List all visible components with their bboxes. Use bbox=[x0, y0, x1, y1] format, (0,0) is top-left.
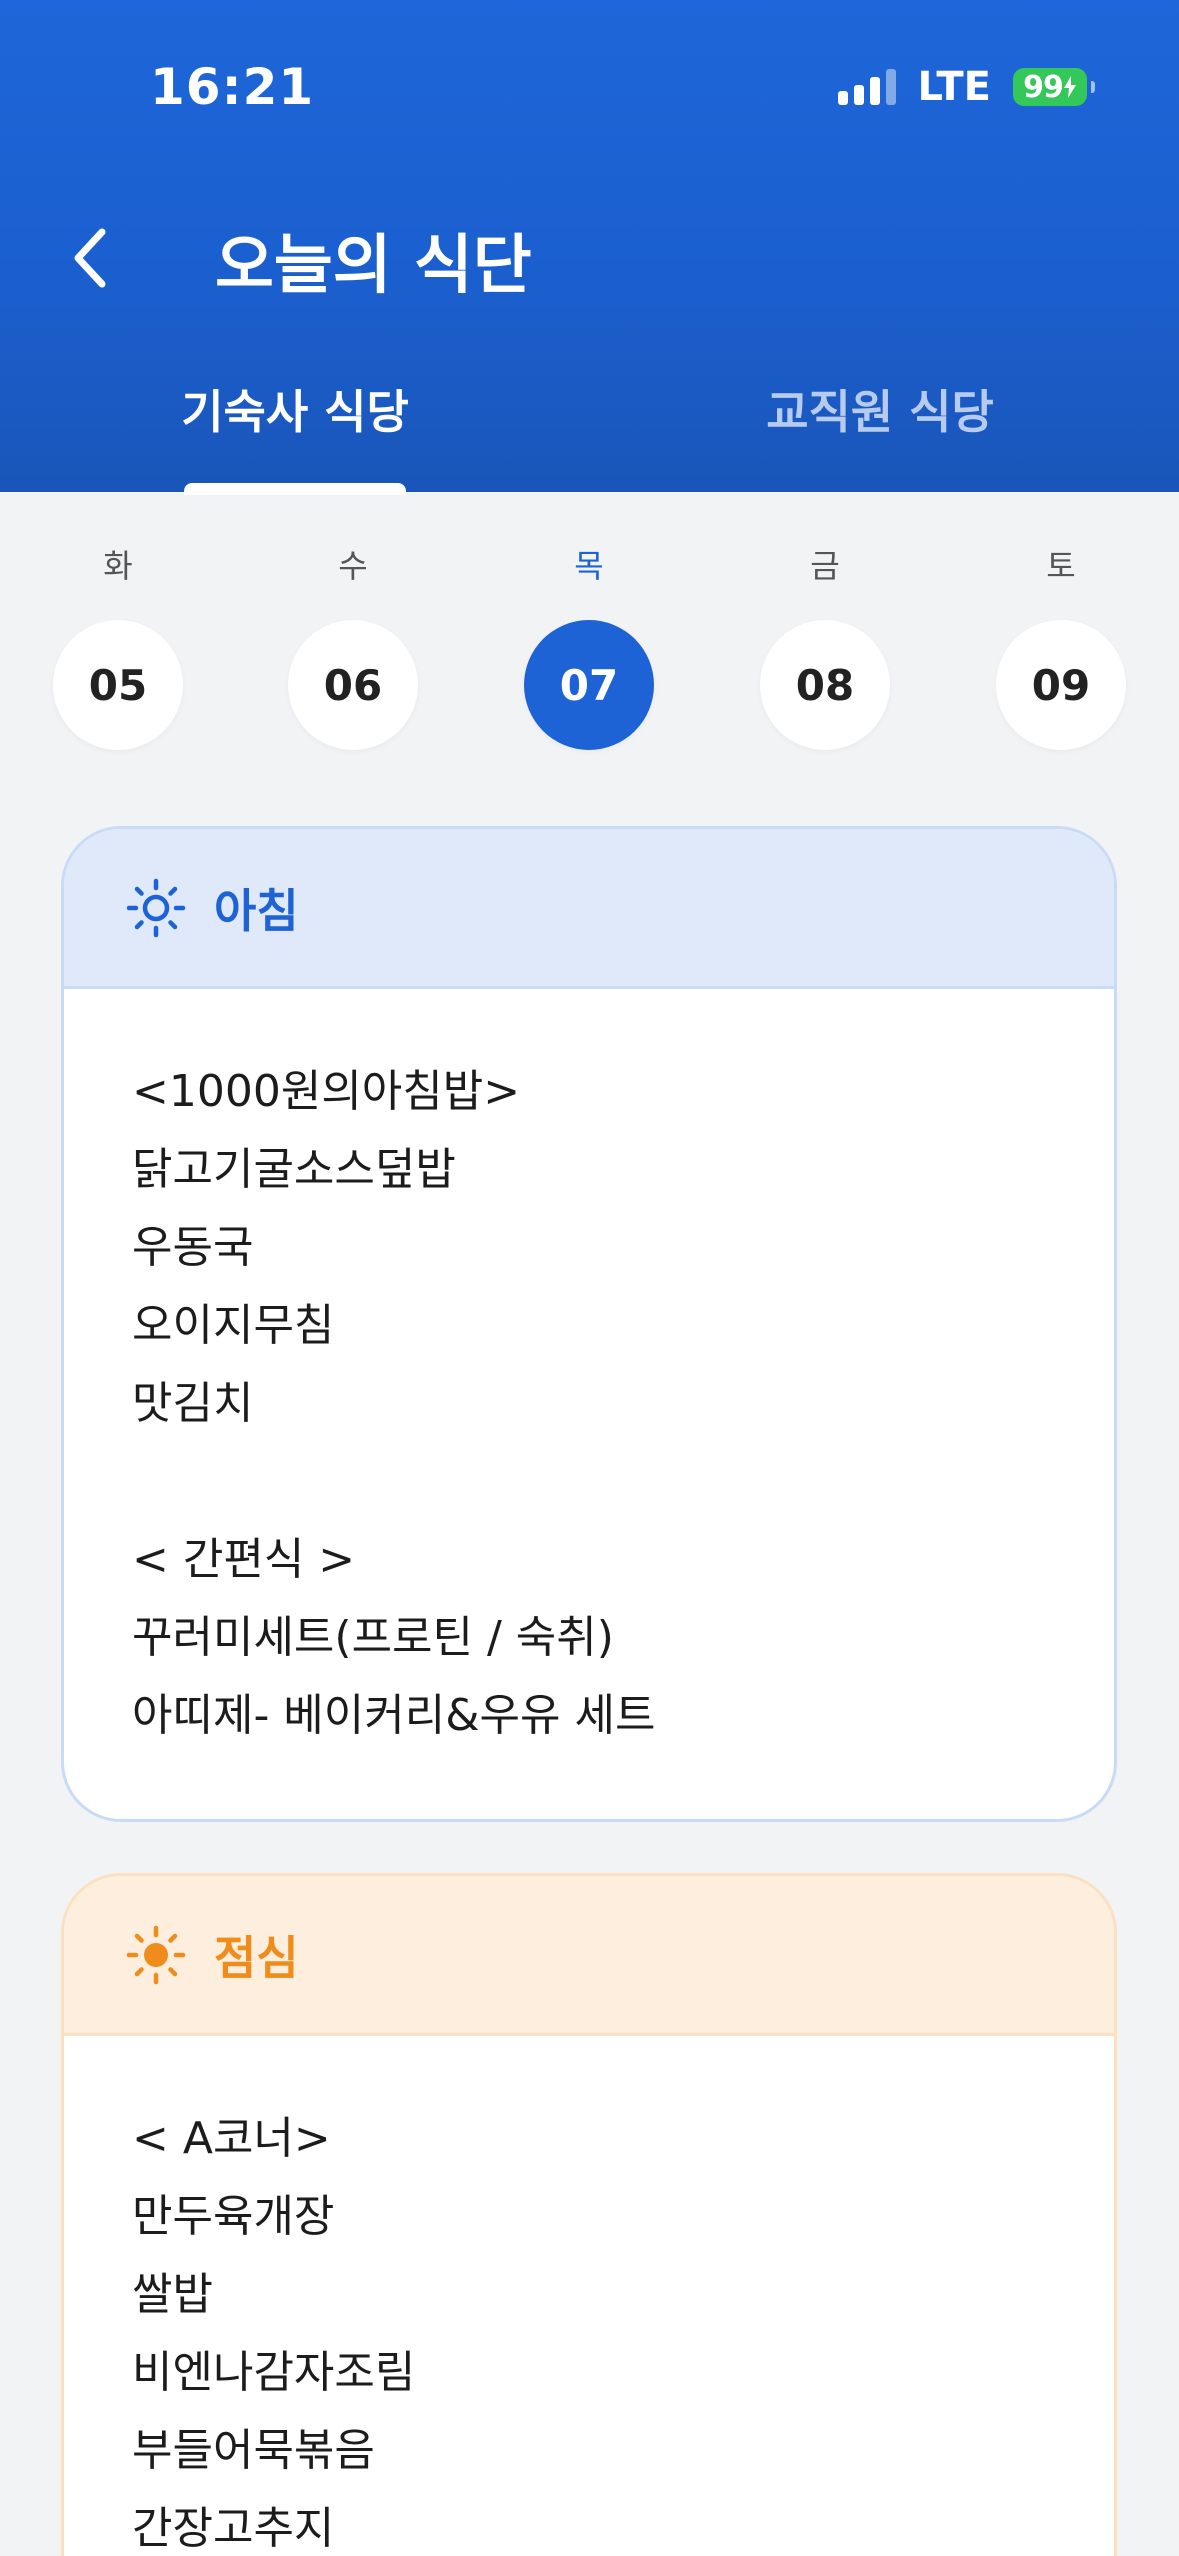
sun-outline-icon bbox=[126, 878, 186, 937]
day-date[interactable]: 07 bbox=[524, 620, 654, 750]
battery-icon: 99 bbox=[1013, 68, 1095, 106]
day-weekday: 토 bbox=[1046, 547, 1076, 585]
menu-item: 우동국 bbox=[132, 1222, 254, 1273]
battery-level: 99 bbox=[1023, 69, 1064, 105]
menu-item: < A코너> bbox=[132, 2113, 331, 2164]
page-title: 오늘의 식단 bbox=[215, 229, 532, 303]
menu-item: 만두육개장 bbox=[132, 2191, 335, 2242]
breakfast-menu: <1000원의아침밥> 닭고기굴소스덮밥 우동국 오이지무침 맛김치 < 간편식… bbox=[64, 989, 1114, 1755]
lunch-title: 점심 bbox=[214, 1930, 299, 1985]
day-weekday: 수 bbox=[338, 547, 368, 585]
day-thu-selected[interactable]: 목 07 bbox=[524, 546, 654, 750]
menu-item: 비엔나감자조림 bbox=[132, 2347, 416, 2398]
day-weekday: 목 bbox=[574, 547, 604, 585]
tab-indicator bbox=[184, 483, 406, 495]
menu-item: <1000원의아침밥> bbox=[132, 1066, 521, 1117]
tab-dormitory[interactable]: 기숙사 식당 bbox=[35, 376, 555, 442]
breakfast-title: 아침 bbox=[214, 883, 299, 938]
signal-icon bbox=[837, 69, 896, 105]
menu-item: 간장고추지 bbox=[132, 2503, 335, 2554]
day-weekday: 금 bbox=[810, 547, 840, 585]
day-date[interactable]: 06 bbox=[288, 620, 418, 750]
breakfast-header: 아침 bbox=[64, 829, 1114, 989]
tab-faculty[interactable]: 교직원 식당 bbox=[620, 376, 1140, 442]
menu-item: 맛김치 bbox=[132, 1378, 254, 1429]
menu-item: 오이지무침 bbox=[132, 1300, 335, 1351]
chevron-left-icon bbox=[74, 228, 106, 288]
menu-item: < 간편식 > bbox=[132, 1534, 356, 1585]
network-label: LTE bbox=[917, 64, 991, 110]
header: 16:21 LTE 99 오늘의 식단 기숙사 식당 교직원 식당 bbox=[0, 0, 1179, 495]
day-date[interactable]: 09 bbox=[996, 620, 1126, 750]
menu-item: 부들어묵볶음 bbox=[132, 2425, 375, 2476]
status-time: 16:21 bbox=[150, 58, 315, 116]
lunch-menu: < A코너> 만두육개장 쌀밥 비엔나감자조림 부들어묵볶음 간장고추지 bbox=[64, 2036, 1114, 2556]
day-weekday: 화 bbox=[103, 547, 133, 585]
menu-item-spacer bbox=[132, 1443, 1114, 1521]
menu-item: 꾸러미세트(프로틴 / 숙취) bbox=[132, 1612, 614, 1663]
day-date[interactable]: 08 bbox=[760, 620, 890, 750]
day-date[interactable]: 05 bbox=[53, 620, 183, 750]
back-button[interactable] bbox=[54, 218, 124, 298]
breakfast-card: 아침 <1000원의아침밥> 닭고기굴소스덮밥 우동국 오이지무침 맛김치 < … bbox=[61, 826, 1117, 1822]
status-icons: LTE 99 bbox=[837, 62, 1095, 112]
lunch-card: 점심 < A코너> 만두육개장 쌀밥 비엔나감자조림 부들어묵볶음 간장고추지 bbox=[61, 1873, 1117, 2556]
day-sat[interactable]: 토 09 bbox=[996, 546, 1126, 750]
menu-item: 아띠제- 베이커리&우유 세트 bbox=[132, 1690, 656, 1741]
menu-item: 닭고기굴소스덮밥 bbox=[132, 1144, 456, 1195]
menu-item: 쌀밥 bbox=[132, 2269, 213, 2320]
lunch-header: 점심 bbox=[64, 1876, 1114, 2036]
sun-filled-icon bbox=[126, 1925, 186, 1984]
day-fri[interactable]: 금 08 bbox=[760, 546, 890, 750]
day-wed[interactable]: 수 06 bbox=[288, 546, 418, 750]
day-tue[interactable]: 화 05 bbox=[53, 546, 183, 750]
app-screen: 16:21 LTE 99 오늘의 식단 기숙사 식당 교직원 식당 화 05 수… bbox=[0, 0, 1179, 2556]
